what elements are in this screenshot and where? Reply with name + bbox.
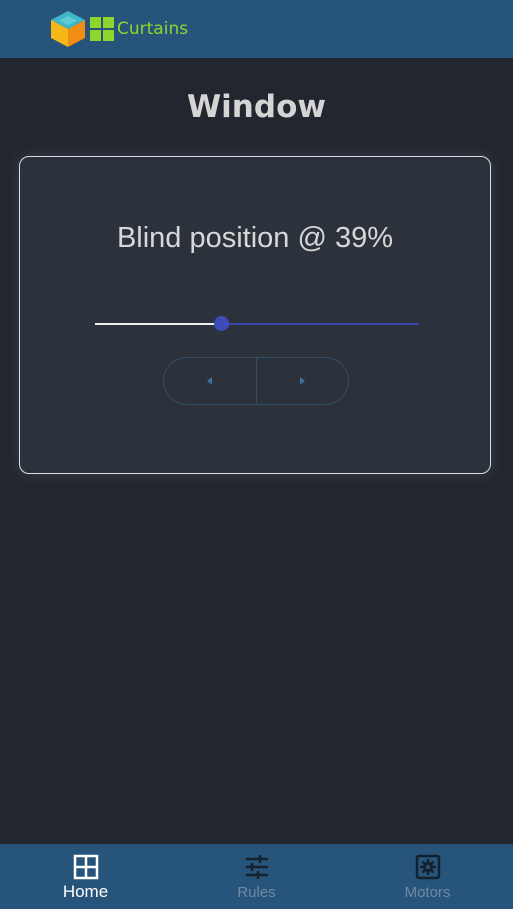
nav-item-home[interactable]: Home [0, 844, 171, 909]
step-right-button[interactable] [255, 358, 349, 404]
cube-logo-icon [51, 11, 85, 47]
nav-label-motors: Motors [404, 884, 451, 901]
app-name: Curtains [117, 19, 189, 39]
bottom-nav: Home Rules Motors [0, 844, 513, 909]
nav-item-motors[interactable]: Motors [342, 844, 513, 909]
top-bar: Curtains [0, 0, 513, 58]
page-title: Window [186, 89, 326, 125]
grid-icon [73, 854, 98, 880]
grid-tiles-icon [90, 17, 114, 41]
step-left-button[interactable] [164, 358, 256, 404]
slider-thumb[interactable] [213, 316, 229, 331]
nav-label-home: Home [62, 882, 109, 901]
caret-left-icon [206, 377, 212, 385]
motor-icon [415, 854, 440, 880]
blind-position-slider[interactable] [95, 312, 419, 336]
blind-position-label: Blind position @ 39% [116, 222, 394, 254]
slider-fill [95, 323, 222, 325]
caret-right-icon [300, 377, 306, 385]
nav-item-rules[interactable]: Rules [171, 844, 342, 909]
blind-card: Blind position @ 39% [19, 156, 491, 474]
blind-step-button-group [163, 357, 349, 405]
nav-label-rules: Rules [237, 884, 276, 901]
sliders-icon [245, 855, 268, 879]
